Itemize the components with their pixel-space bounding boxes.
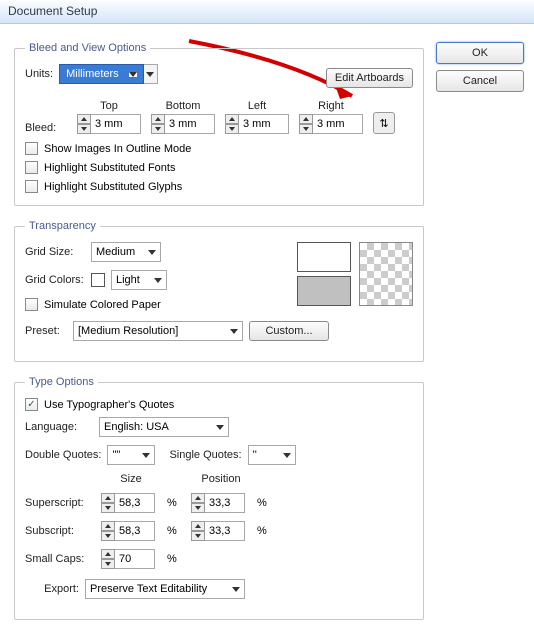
titlebar: Document Setup xyxy=(0,0,534,24)
highlight-fonts-checkbox[interactable]: Highlight Substituted Fonts xyxy=(25,161,413,174)
units-caret[interactable] xyxy=(144,64,158,84)
edit-artboards-button[interactable]: Edit Artboards xyxy=(326,68,413,88)
size-header: Size xyxy=(101,473,161,485)
grid-size-label: Grid Size: xyxy=(25,246,85,258)
superscript-label: Superscript: xyxy=(25,497,95,509)
ok-button[interactable]: OK xyxy=(436,42,524,64)
bleed-top-input[interactable] xyxy=(77,114,141,134)
language-label: Language: xyxy=(25,421,93,433)
double-quotes-label: Double Quotes: xyxy=(25,449,101,461)
preset-select[interactable]: [Medium Resolution] xyxy=(73,321,243,341)
simulate-paper-checkbox[interactable]: Simulate Colored Paper xyxy=(25,298,279,311)
subscript-size-input[interactable] xyxy=(101,521,161,541)
single-quotes-select[interactable]: '' xyxy=(248,445,296,465)
type-legend: Type Options xyxy=(25,376,98,388)
grid-size-select[interactable]: Medium xyxy=(91,242,161,262)
highlight-glyphs-checkbox[interactable]: Highlight Substituted Glyphs xyxy=(25,180,413,193)
bleed-bottom-header: Bottom xyxy=(166,100,201,112)
bleed-view-group: Bleed and View Options Units: Millimeter… xyxy=(14,42,424,206)
grid-color-chip[interactable] xyxy=(91,273,105,287)
show-outline-checkbox[interactable]: Show Images In Outline Mode xyxy=(25,142,413,155)
language-select[interactable]: English: USA xyxy=(99,417,229,437)
smallcaps-label: Small Caps: xyxy=(25,553,95,565)
grid-colors-select[interactable]: Light xyxy=(111,270,167,290)
grid-colors-label: Grid Colors: xyxy=(25,274,85,286)
double-quotes-select[interactable]: "" xyxy=(107,445,155,465)
window-title: Document Setup xyxy=(8,4,97,18)
position-header: Position xyxy=(191,473,251,485)
transparency-preview xyxy=(359,242,413,306)
transparency-legend: Transparency xyxy=(25,220,100,232)
swatch-white[interactable] xyxy=(297,242,351,272)
bleed-left-input[interactable] xyxy=(225,114,289,134)
subscript-pos-input[interactable] xyxy=(191,521,251,541)
bleed-right-header: Right xyxy=(318,100,344,112)
smallcaps-input[interactable] xyxy=(101,549,161,569)
bleed-top-header: Top xyxy=(100,100,118,112)
link-bleed-icon[interactable]: ⇅ xyxy=(373,112,395,134)
transparency-group: Transparency Grid Size: Medium Grid Colo… xyxy=(14,220,424,362)
bleed-left-header: Left xyxy=(248,100,266,112)
custom-button[interactable]: Custom... xyxy=(249,321,329,341)
export-label: Export: xyxy=(25,583,79,595)
preset-label: Preset: xyxy=(25,325,67,337)
type-options-group: Type Options Use Typographer's Quotes La… xyxy=(14,376,424,620)
superscript-pos-input[interactable] xyxy=(191,493,251,513)
export-select[interactable]: Preserve Text Editability xyxy=(85,579,245,599)
swatch-grey[interactable] xyxy=(297,276,351,306)
bleed-right-input[interactable] xyxy=(299,114,363,134)
typographers-quotes-checkbox[interactable]: Use Typographer's Quotes xyxy=(25,398,413,411)
units-select[interactable]: Millimeters xyxy=(59,64,144,84)
bleed-label: Bleed: xyxy=(25,122,61,134)
cancel-button[interactable]: Cancel xyxy=(436,70,524,92)
units-label: Units: xyxy=(25,68,53,80)
bleed-bottom-input[interactable] xyxy=(151,114,215,134)
single-quotes-label: Single Quotes: xyxy=(169,449,241,461)
superscript-size-input[interactable] xyxy=(101,493,161,513)
subscript-label: Subscript: xyxy=(25,525,95,537)
bleed-legend: Bleed and View Options xyxy=(25,42,150,54)
